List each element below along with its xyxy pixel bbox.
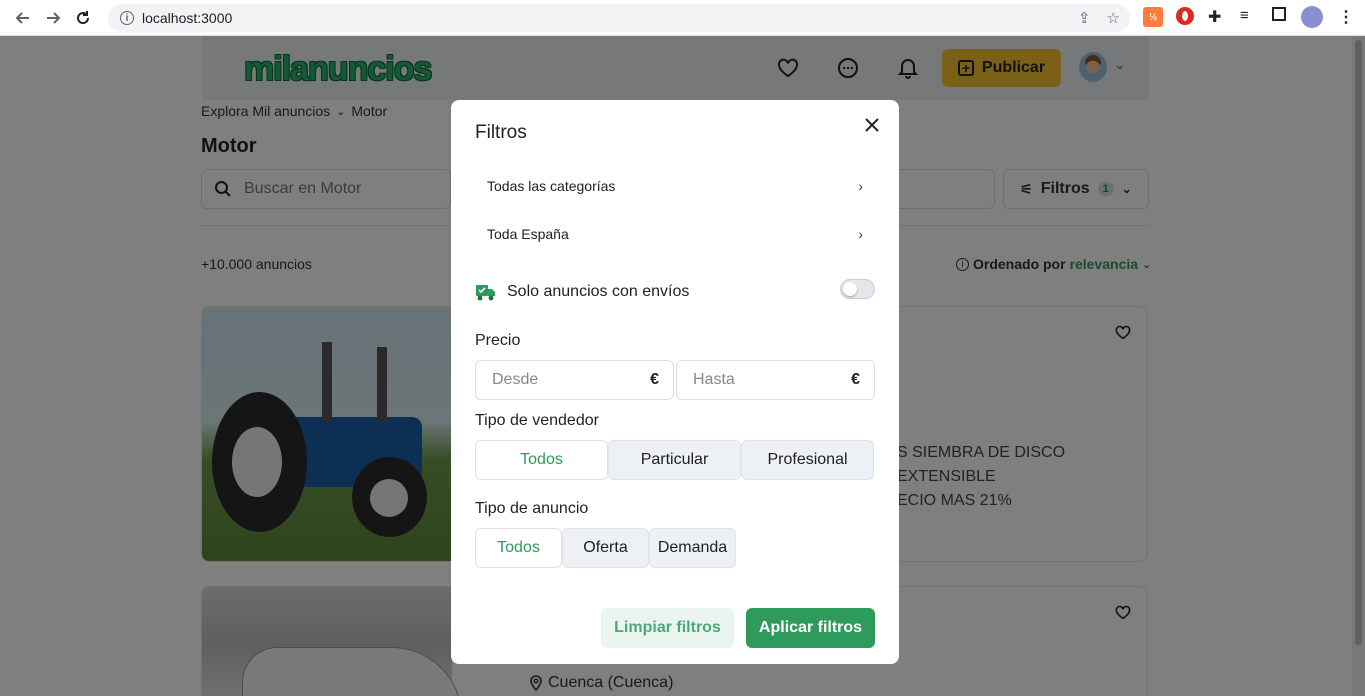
chevron-right-icon: › xyxy=(858,226,863,242)
price-label: Precio xyxy=(475,332,521,349)
seller-option-todos[interactable]: Todos xyxy=(475,440,608,480)
price-from-placeholder: Desde xyxy=(492,371,539,388)
side-panel-icon[interactable] xyxy=(1272,7,1286,21)
bookmark-star-icon[interactable]: ☆ xyxy=(1107,9,1120,27)
apply-filters-button[interactable]: Aplicar filtros xyxy=(746,608,875,648)
shipping-label: Solo anuncios con envíos xyxy=(507,283,690,300)
category-label: Todas las categorías xyxy=(487,178,616,194)
category-selector[interactable]: Todas las categorías › xyxy=(475,164,875,208)
ad-type-option-oferta[interactable]: Oferta xyxy=(562,528,649,568)
ad-type-label: Tipo de anuncio xyxy=(475,500,589,517)
chevron-right-icon: › xyxy=(858,178,863,194)
puzzle-extensions-icon[interactable]: ✚ xyxy=(1208,7,1221,27)
opera-icon[interactable] xyxy=(1176,7,1194,25)
seller-option-profesional[interactable]: Profesional xyxy=(741,440,874,480)
close-button[interactable] xyxy=(861,114,883,136)
shipping-toggle[interactable] xyxy=(840,279,875,299)
reload-icon[interactable] xyxy=(68,3,98,33)
url-text: localhost:3000 xyxy=(142,10,233,26)
ad-type-option-demanda[interactable]: Demanda xyxy=(649,528,736,568)
forward-icon[interactable] xyxy=(38,3,68,33)
profile-avatar[interactable] xyxy=(1301,6,1323,28)
seller-type-label: Tipo de vendedor xyxy=(475,412,599,429)
close-icon xyxy=(865,118,879,132)
price-from-input[interactable]: Desde € xyxy=(475,360,674,400)
menu-kebab-icon[interactable]: ⋮ xyxy=(1338,7,1354,27)
ad-type-option-todos[interactable]: Todos xyxy=(475,528,562,568)
euro-icon: € xyxy=(650,371,659,388)
back-icon[interactable] xyxy=(8,3,38,33)
clear-filters-button[interactable]: Limpiar filtros xyxy=(601,608,734,648)
price-to-placeholder: Hasta xyxy=(693,371,735,388)
euro-icon: € xyxy=(851,371,860,388)
toggle-knob xyxy=(843,282,857,296)
modal-title: Filtros xyxy=(475,122,527,143)
address-bar[interactable]: i localhost:3000 ⇪ ☆ xyxy=(108,4,1130,32)
reading-list-icon[interactable]: ≡ xyxy=(1240,7,1249,24)
delivery-truck-icon xyxy=(476,285,495,301)
price-to-input[interactable]: Hasta € xyxy=(676,360,875,400)
location-label: Toda España xyxy=(487,226,569,242)
extension-icon[interactable]: ½ xyxy=(1143,7,1163,27)
seller-option-particular[interactable]: Particular xyxy=(608,440,741,480)
site-info-icon[interactable]: i xyxy=(120,11,134,25)
browser-toolbar: i localhost:3000 ⇪ ☆ ½ ✚ ≡ ⋮ xyxy=(0,0,1365,36)
share-icon[interactable]: ⇪ xyxy=(1078,9,1091,27)
shipping-filter-row: Solo anuncios con envíos xyxy=(475,276,875,308)
filters-modal: Filtros Todas las categorías › Toda Espa… xyxy=(451,100,899,664)
location-selector[interactable]: Toda España › xyxy=(475,212,875,256)
